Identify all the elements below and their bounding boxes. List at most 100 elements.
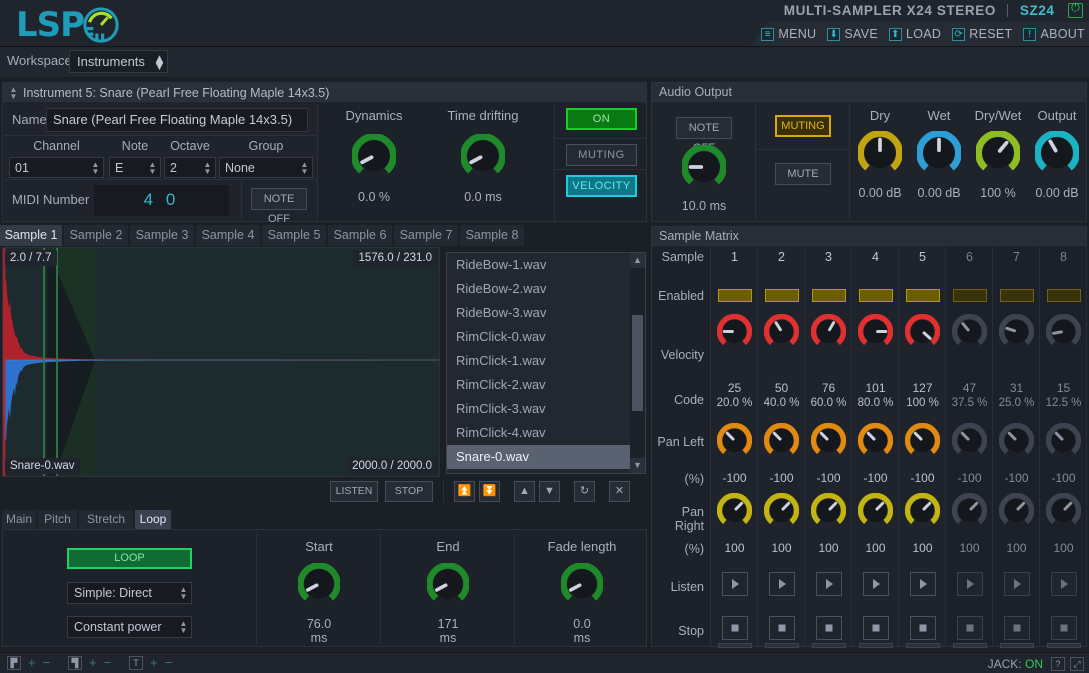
- tab-sample-2[interactable]: Sample 2: [64, 225, 129, 246]
- add-button[interactable]: +: [89, 656, 97, 669]
- knob-icon[interactable]: [810, 422, 847, 458]
- instrument-spinner-icon[interactable]: ▲ ▼: [6, 83, 21, 103]
- workspace-select[interactable]: Instruments ▲ ▼: [69, 50, 168, 73]
- menu-item-load[interactable]: ⬆ LOAD: [889, 27, 941, 41]
- matrix-pan-right-knob[interactable]: [810, 492, 847, 533]
- subtab-pitch[interactable]: Pitch: [38, 510, 78, 529]
- knob-icon[interactable]: [975, 130, 1021, 175]
- stop-button[interactable]: STOP: [385, 481, 433, 502]
- matrix-velocity-knob[interactable]: [857, 313, 894, 354]
- tab-sample-4[interactable]: Sample 4: [196, 225, 261, 246]
- knob-icon[interactable]: [560, 562, 604, 605]
- matrix-pan-right-knob[interactable]: [763, 492, 800, 533]
- knob-icon[interactable]: [857, 130, 903, 175]
- instrument-velocity-button[interactable]: VELOCITY: [566, 175, 637, 197]
- file-list[interactable]: RideBow-1.wav RideBow-2.wav RideBow-3.wav R…: [446, 252, 646, 474]
- loop-fade-select[interactable]: Constant power ▲ ▼: [67, 616, 192, 638]
- matrix-listen-button[interactable]: [957, 572, 983, 596]
- panel-left-icon[interactable]: ▛: [7, 656, 21, 670]
- file-list-item[interactable]: RideBow-3.wav: [447, 301, 630, 325]
- knob-control[interactable]: [852, 130, 908, 180]
- instrument-header[interactable]: ▲ ▼ Instrument 5: Snare (Pearl Free Float…: [3, 83, 646, 103]
- knob-control[interactable]: [382, 562, 514, 610]
- matrix-listen-button[interactable]: [863, 572, 889, 596]
- instrument-note-off-button[interactable]: NOTE OFF: [251, 188, 307, 225]
- matrix-enabled-toggle[interactable]: [953, 289, 987, 302]
- matrix-pan-right-knob[interactable]: [998, 492, 1035, 533]
- text-icon[interactable]: T: [129, 656, 143, 670]
- knob-icon[interactable]: [951, 492, 988, 528]
- matrix-pan-left-knob[interactable]: [951, 422, 988, 463]
- selector-channel[interactable]: 01 ▲ ▼: [9, 157, 104, 178]
- menu-item-save[interactable]: ⬇ SAVE: [827, 27, 878, 41]
- scrollbar-thumb[interactable]: [632, 315, 643, 411]
- knob-icon[interactable]: [763, 422, 800, 458]
- knob-control[interactable]: [328, 133, 420, 183]
- matrix-listen-button[interactable]: [910, 572, 936, 596]
- knob-control[interactable]: [911, 130, 967, 180]
- matrix-pan-left-knob[interactable]: [810, 422, 847, 463]
- knob-icon[interactable]: [297, 562, 341, 605]
- matrix-stop-button[interactable]: [863, 616, 889, 640]
- matrix-enabled-toggle[interactable]: [765, 289, 799, 302]
- instrument-on-button[interactable]: ON: [566, 108, 637, 130]
- triangle-down-icon[interactable]: ▼: [630, 458, 645, 473]
- matrix-enabled-toggle[interactable]: [906, 289, 940, 302]
- loop-mode-select[interactable]: Simple: Direct ▲ ▼: [67, 582, 192, 604]
- subtab-loop[interactable]: Loop: [135, 510, 172, 529]
- knob-icon[interactable]: [1045, 492, 1082, 528]
- matrix-listen-button[interactable]: [816, 572, 842, 596]
- knob-icon[interactable]: [904, 313, 941, 349]
- knob-icon[interactable]: [810, 492, 847, 528]
- tab-sample-6[interactable]: Sample 6: [328, 225, 393, 246]
- knob-icon[interactable]: [916, 130, 962, 175]
- audio-output-mute-button[interactable]: MUTE: [775, 163, 831, 185]
- loop-toggle-button[interactable]: LOOP: [67, 548, 192, 569]
- knob-control[interactable]: [516, 562, 648, 610]
- chevron-updown-icon[interactable]: ▲ ▼: [152, 51, 167, 72]
- matrix-listen-button[interactable]: [769, 572, 795, 596]
- file-list-item[interactable]: RimClick-3.wav: [447, 397, 630, 421]
- tab-sample-8[interactable]: Sample 8: [460, 225, 525, 246]
- collapse-top-icon[interactable]: ⏫: [454, 481, 475, 502]
- knob-control[interactable]: [1029, 130, 1085, 180]
- release-knob[interactable]: [652, 144, 756, 194]
- file-list-item[interactable]: RideBow-2.wav: [447, 277, 630, 301]
- knob-icon[interactable]: [716, 313, 753, 349]
- knob-icon[interactable]: [998, 313, 1035, 349]
- chevron-updown-icon[interactable]: ▲ ▼: [176, 583, 191, 604]
- selector-octave[interactable]: 2 ▲ ▼: [164, 157, 216, 178]
- menu-item-about[interactable]: ! ABOUT: [1023, 27, 1085, 41]
- selector-group[interactable]: None ▲ ▼: [219, 157, 313, 178]
- matrix-pan-right-knob[interactable]: [716, 492, 753, 533]
- reload-icon[interactable]: ↻: [574, 481, 595, 502]
- file-list-item[interactable]: RideBow-1.wav: [447, 253, 630, 277]
- matrix-velocity-knob[interactable]: [904, 313, 941, 354]
- matrix-stop-button[interactable]: [910, 616, 936, 640]
- matrix-velocity-knob[interactable]: [763, 313, 800, 354]
- menu-item-menu[interactable]: ≡ MENU: [761, 27, 816, 41]
- matrix-listen-button[interactable]: [722, 572, 748, 596]
- triangle-up-icon[interactable]: ▲: [630, 253, 645, 268]
- matrix-enabled-toggle[interactable]: [1047, 289, 1081, 302]
- matrix-pan-left-knob[interactable]: [904, 422, 941, 463]
- knob-control[interactable]: [970, 130, 1026, 180]
- matrix-velocity-knob[interactable]: [1045, 313, 1082, 354]
- matrix-stop-button[interactable]: [722, 616, 748, 640]
- file-list-item[interactable]: RimClick-2.wav: [447, 373, 630, 397]
- matrix-listen-button[interactable]: [1004, 572, 1030, 596]
- question-icon[interactable]: ?: [1051, 657, 1065, 671]
- matrix-enabled-toggle[interactable]: [1000, 289, 1034, 302]
- knob-icon[interactable]: [998, 422, 1035, 458]
- matrix-enabled-toggle[interactable]: [812, 289, 846, 302]
- file-list-item[interactable]: RimClick-0.wav: [447, 325, 630, 349]
- tab-sample-7[interactable]: Sample 7: [394, 225, 459, 246]
- matrix-stop-button[interactable]: [769, 616, 795, 640]
- chevron-updown-icon[interactable]: ▲ ▼: [176, 617, 191, 638]
- clear-icon[interactable]: ✕: [609, 481, 630, 502]
- chevron-updown-icon[interactable]: ▲ ▼: [88, 157, 103, 178]
- file-list-item[interactable]: RimClick-1.wav: [447, 349, 630, 373]
- file-list-item[interactable]: RimClick-4.wav: [447, 421, 630, 445]
- matrix-pan-right-knob[interactable]: [1045, 492, 1082, 533]
- knob-icon[interactable]: [763, 313, 800, 349]
